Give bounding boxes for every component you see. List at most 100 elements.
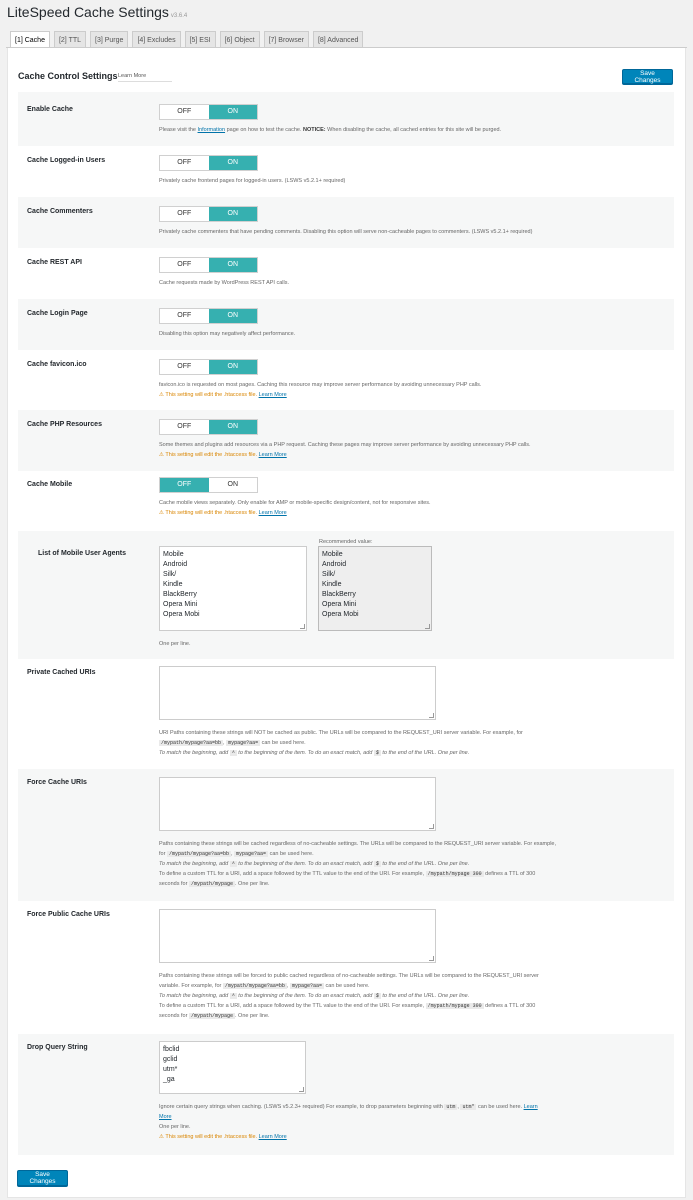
setting-drop-query-string: Drop Query String fbclid gclid utm* _ga … [18, 1034, 674, 1155]
setting-cache-mobile: Cache Mobile OFF ON Cache mobile views s… [18, 471, 674, 531]
setting-description: Paths containing these strings will be f… [159, 973, 539, 1019]
save-changes-button-bottom[interactable]: Save Changes [17, 1170, 68, 1186]
resize-handle[interactable] [299, 1087, 304, 1092]
private-cached-uris-textarea[interactable] [159, 666, 436, 720]
setting-cache-favicon: Cache favicon.ico OFF ON favicon.ico is … [18, 350, 674, 410]
htaccess-warning: ⚠ This setting will edit the .htaccess f… [159, 510, 287, 516]
setting-description: Some themes and plugins add resources vi… [159, 442, 531, 448]
tab-bar: [1] Cache [2] TTL [3] Purge [4] Excludes… [10, 31, 367, 48]
toggle-off[interactable]: OFF [160, 207, 209, 221]
setting-description: favicon.ico is requested on most pages. … [159, 382, 482, 388]
toggle-on[interactable]: ON [208, 258, 257, 272]
resize-handle[interactable] [429, 824, 434, 829]
version-label: v3.6.4 [170, 13, 188, 19]
page-header: LiteSpeed Cache Settings v3.6.4 [7, 4, 187, 22]
setting-description: Paths containing these strings will be c… [159, 841, 557, 887]
setting-cache-rest-api: Cache REST API OFF ON Cache requests mad… [18, 248, 674, 299]
section-title: Cache Control Settings [18, 71, 118, 81]
setting-description: Disabling this option may negatively aff… [159, 331, 296, 337]
setting-description: Please visit the Information page on how… [159, 127, 502, 133]
learn-more-link[interactable]: Learn More [259, 392, 287, 398]
cache-login-page-toggle[interactable]: OFF ON [159, 308, 258, 324]
setting-description: Cache mobile views separately. Only enab… [159, 500, 431, 506]
setting-description: Privately cache commenters that have pen… [159, 229, 533, 235]
learn-more-link-cont[interactable]: More [159, 1114, 172, 1120]
tab-advanced[interactable]: [8] Advanced [312, 31, 364, 47]
toggle-on[interactable]: ON [208, 420, 257, 434]
tab-purge[interactable]: [3] Purge [90, 31, 129, 47]
setting-cache-commenters: Cache Commenters OFF ON Privately cache … [18, 197, 674, 248]
page-title: LiteSpeed Cache Settings [7, 4, 169, 20]
cache-mobile-toggle[interactable]: OFF ON [159, 477, 258, 493]
setting-label: Cache REST API [27, 259, 82, 266]
setting-enable-cache: Enable Cache OFF ON Please visit the Inf… [18, 92, 674, 146]
drop-query-string-textarea[interactable]: fbclid gclid utm* _ga [159, 1041, 306, 1094]
htaccess-warning: ⚠ This setting will edit the .htaccess f… [159, 1134, 287, 1140]
setting-label: Force Public Cache URIs [27, 911, 110, 918]
tab-object[interactable]: [6] Object [219, 31, 260, 47]
toggle-off[interactable]: OFF [160, 420, 209, 434]
resize-handle [425, 624, 430, 629]
learn-more-link[interactable]: Learn [524, 1104, 538, 1110]
setting-description: Cache requests made by WordPress REST AP… [159, 280, 290, 286]
toggle-on[interactable]: ON [208, 156, 257, 170]
setting-label: Drop Query String [27, 1044, 88, 1051]
mobile-user-agents-textarea[interactable]: Mobile Android Silk/ Kindle BlackBerry O… [159, 546, 307, 631]
toggle-off[interactable]: OFF [160, 478, 209, 492]
tab-esi[interactable]: [5] ESI [184, 31, 216, 47]
tab-browser[interactable]: [7] Browser [263, 31, 309, 47]
toggle-off[interactable]: OFF [160, 258, 209, 272]
tab-cache[interactable]: [1] Cache [10, 31, 50, 48]
toggle-off[interactable]: OFF [160, 105, 209, 119]
setting-label: Cache Commenters [27, 208, 93, 215]
save-changes-button-top[interactable]: Save Changes [622, 69, 673, 84]
setting-label: Enable Cache [27, 106, 73, 113]
setting-description: URI Paths containing these strings will … [159, 730, 523, 756]
toggle-on[interactable]: ON [208, 309, 257, 323]
setting-force-public-cache-uris: Force Public Cache URIs Paths containing… [18, 901, 674, 1034]
setting-description: Privately cache frontend pages for logge… [159, 178, 346, 184]
toggle-on[interactable]: ON [208, 105, 257, 119]
setting-label: List of Mobile User Agents [38, 550, 127, 557]
cache-logged-in-toggle[interactable]: OFF ON [159, 155, 258, 171]
setting-description: Ignore certain query strings when cachin… [159, 1104, 538, 1130]
tab-excludes[interactable]: [4] Excludes [132, 31, 181, 47]
setting-description: One per line. [159, 641, 191, 647]
enable-cache-toggle[interactable]: OFF ON [159, 104, 258, 120]
setting-label: Cache Logged-in Users [27, 157, 106, 164]
cache-rest-api-toggle[interactable]: OFF ON [159, 257, 258, 273]
tab-ttl[interactable]: [2] TTL [53, 31, 87, 47]
force-cache-uris-textarea[interactable] [159, 777, 436, 831]
setting-mobile-user-agents: List of Mobile User Agents Mobile Androi… [18, 531, 674, 659]
toggle-on[interactable]: ON [208, 207, 257, 221]
setting-cache-php-resources: Cache PHP Resources OFF ON Some themes a… [18, 410, 674, 471]
toggle-off[interactable]: OFF [160, 360, 209, 374]
recommended-label: Recommended value: [319, 539, 373, 545]
toggle-on[interactable]: ON [208, 360, 257, 374]
setting-force-cache-uris: Force Cache URIs Paths containing these … [18, 769, 674, 901]
learn-more-link[interactable]: Learn More [259, 1134, 287, 1140]
toggle-off[interactable]: OFF [160, 309, 209, 323]
htaccess-warning: ⚠ This setting will edit the .htaccess f… [159, 392, 287, 398]
setting-label: Private Cached URIs [27, 669, 96, 676]
setting-label: Cache favicon.ico [27, 361, 87, 368]
setting-label: Cache Mobile [27, 481, 73, 488]
learn-more-link[interactable]: Learn More [259, 452, 287, 458]
resize-handle[interactable] [429, 956, 434, 961]
setting-label: Cache Login Page [27, 310, 88, 317]
setting-label: Cache PHP Resources [27, 421, 102, 428]
cache-commenters-toggle[interactable]: OFF ON [159, 206, 258, 222]
toggle-on[interactable]: ON [208, 478, 257, 492]
learn-more-link[interactable]: Learn More [259, 510, 287, 516]
setting-cache-logged-in: Cache Logged-in Users OFF ON Privately c… [18, 146, 674, 197]
learn-more-link[interactable]: Learn More [118, 73, 172, 82]
force-public-cache-uris-textarea[interactable] [159, 909, 436, 963]
toggle-off[interactable]: OFF [160, 156, 209, 170]
settings-panel: Cache Control Settings Learn More Save C… [7, 48, 686, 1198]
information-link[interactable]: Information [198, 127, 226, 133]
resize-handle[interactable] [300, 624, 305, 629]
cache-favicon-toggle[interactable]: OFF ON [159, 359, 258, 375]
resize-handle[interactable] [429, 713, 434, 718]
cache-php-resources-toggle[interactable]: OFF ON [159, 419, 258, 435]
setting-label: Force Cache URIs [27, 779, 87, 786]
